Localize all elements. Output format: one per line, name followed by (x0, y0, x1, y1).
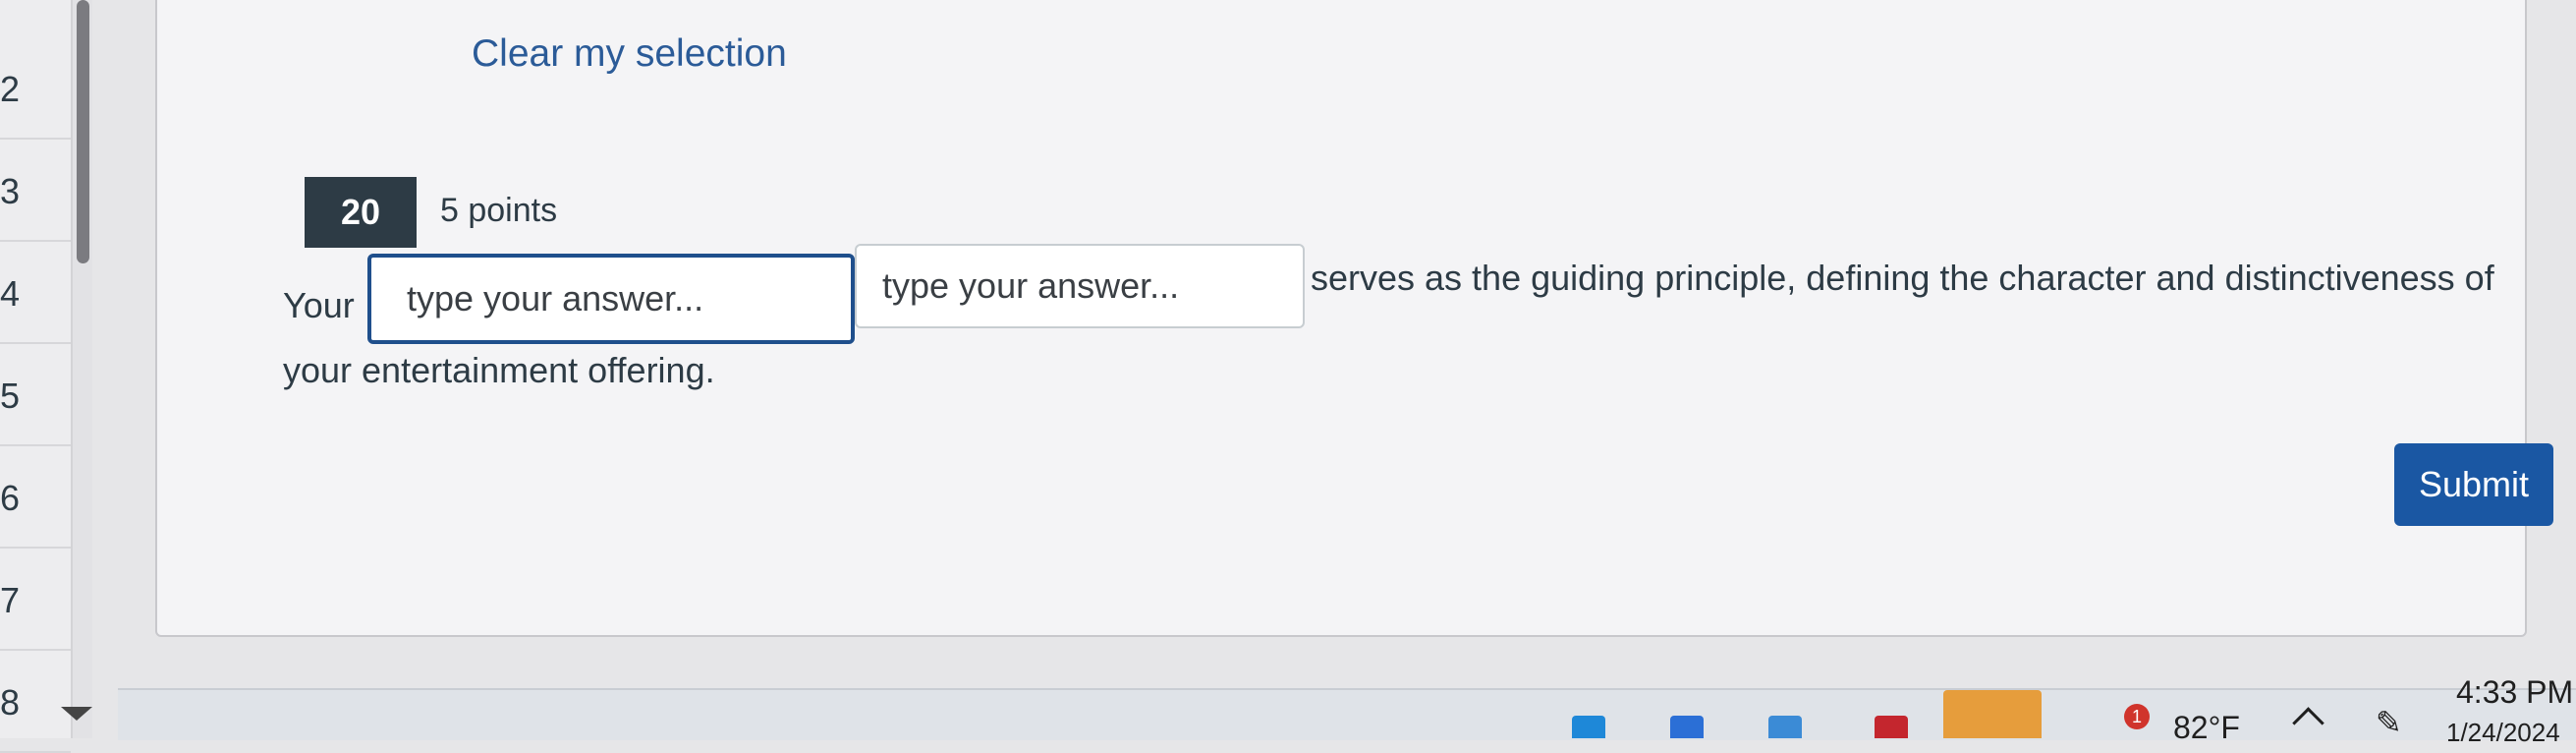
app-icon-teams[interactable] (1943, 690, 2042, 738)
app-icon-red[interactable] (1875, 716, 1908, 738)
weather-notification-badge: 1 (2124, 704, 2150, 729)
pen-icon[interactable]: ✎ (2376, 704, 2402, 741)
question-card: Clear my selection 20 5 points Your serv… (155, 0, 2527, 637)
nav-question-number: 4 (0, 273, 21, 314)
nav-scrollbar-thumb[interactable] (77, 0, 89, 263)
nav-question-8[interactable]: 8 (0, 649, 71, 753)
question-text-end: your entertainment offering. (283, 350, 715, 390)
clock-time[interactable]: 4:33 PM (2456, 674, 2573, 711)
clear-selection-link[interactable]: Clear my selection (472, 32, 787, 76)
scroll-down-icon[interactable] (61, 707, 92, 721)
nav-question-4[interactable]: 4 (0, 240, 71, 344)
weather-temperature[interactable]: 82°F (2173, 710, 2240, 746)
nav-question-number: 7 (0, 580, 21, 620)
app-icon-store[interactable] (1768, 716, 1802, 738)
nav-question-2[interactable]: 2 (0, 35, 71, 140)
answer-blank-1[interactable] (367, 254, 855, 344)
nav-question-6[interactable]: 6 (0, 444, 71, 549)
answer-blank-2[interactable] (855, 244, 1305, 328)
nav-question-number: 8 (0, 682, 21, 723)
app-icon-blue[interactable] (1572, 716, 1605, 738)
app-icon-mail[interactable] (1670, 716, 1704, 738)
question-points: 5 points (440, 192, 558, 229)
nav-question-3[interactable]: 3 (0, 138, 71, 242)
clock-date[interactable]: 1/24/2024 (2446, 718, 2560, 748)
nav-question-number: 6 (0, 478, 21, 518)
nav-question-7[interactable]: 7 (0, 547, 71, 651)
nav-question-number: 2 (0, 69, 21, 109)
question-text-continued: serves as the guiding principle, definin… (1311, 258, 2494, 298)
question-navigator: 2 3 4 5 6 7 8 (0, 0, 73, 753)
question-text-start: Your (283, 285, 355, 325)
nav-question-number: 5 (0, 376, 21, 416)
question-number-badge: 20 (305, 177, 417, 248)
submit-button[interactable]: Submit (2394, 443, 2553, 526)
nav-question-number: 3 (0, 171, 21, 211)
nav-question-5[interactable]: 5 (0, 342, 71, 446)
